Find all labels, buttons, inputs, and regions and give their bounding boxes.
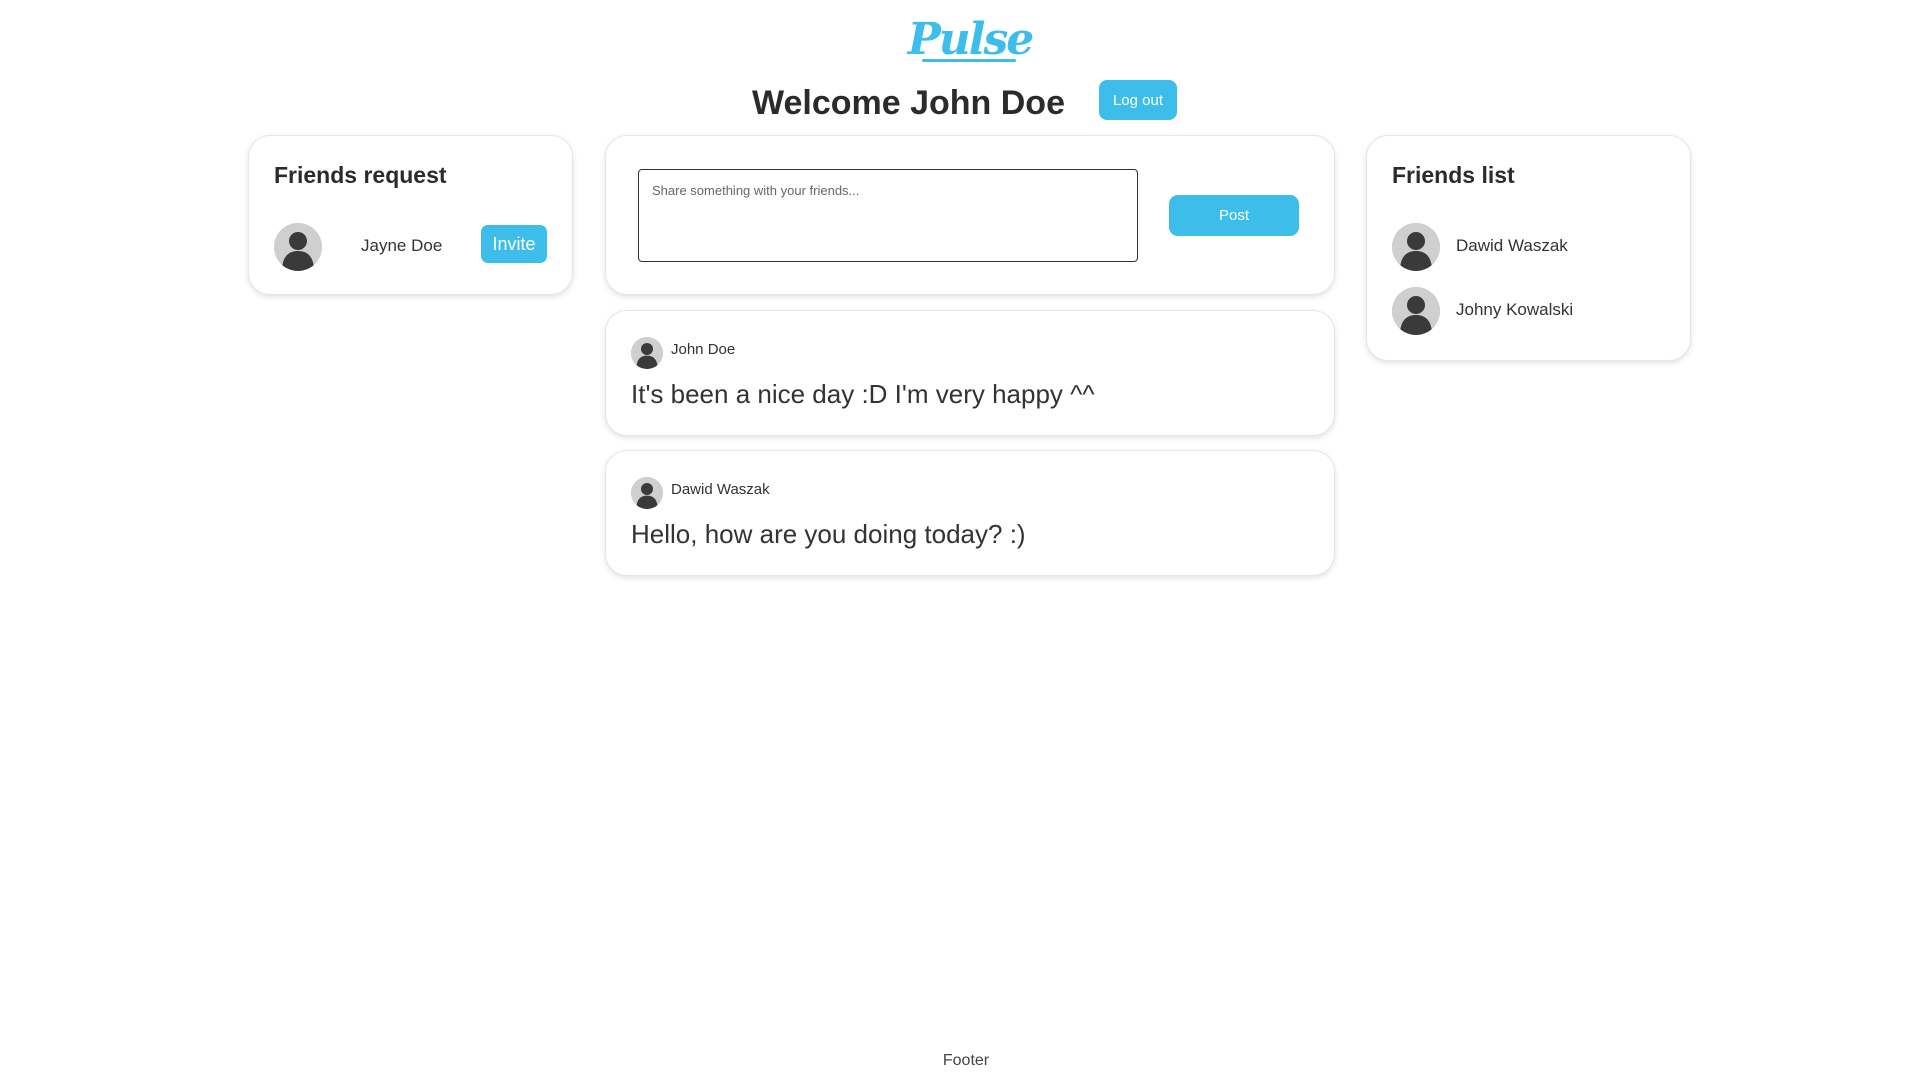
- logo[interactable]: Pulse: [908, 10, 1034, 70]
- friends-list-title: Friends list: [1392, 162, 1515, 188]
- footer: Footer: [942, 1052, 990, 1069]
- friend-request-name: Jayne Doe: [361, 236, 443, 255]
- avatar-icon[interactable]: [631, 477, 663, 509]
- friend-requests-card: Friends request Jayne Doe Invite: [248, 135, 573, 295]
- invite-button[interactable]: Invite: [481, 225, 547, 263]
- friend-requests-title: Friends request: [274, 162, 447, 188]
- post-text: Hello, how are you doing today? :): [631, 519, 1026, 549]
- post-input[interactable]: [638, 169, 1138, 262]
- friend-name[interactable]: Johny Kowalski: [1456, 300, 1573, 320]
- post-author[interactable]: Dawid Waszak: [671, 481, 770, 498]
- composer-card: Post: [605, 135, 1335, 295]
- post-button[interactable]: Post: [1169, 195, 1299, 236]
- feed-post: Dawid Waszak Hello, how are you doing to…: [605, 450, 1335, 576]
- page: Pulse Welcome John Doe Log out Friends r…: [0, 0, 1920, 1080]
- logout-button[interactable]: Log out: [1099, 80, 1177, 120]
- avatar-icon[interactable]: [631, 337, 663, 369]
- page-title: Welcome John Doe: [752, 84, 1065, 122]
- logo-underline: [922, 59, 1016, 62]
- post-text: It's been a nice day :D I'm very happy ^…: [631, 379, 1095, 409]
- avatar-icon[interactable]: [1392, 223, 1440, 271]
- post-author[interactable]: John Doe: [671, 341, 735, 358]
- friends-list-card: Friends list Dawid Waszak Johny Kowalski: [1366, 135, 1691, 361]
- logo-text: Pulse: [907, 14, 1035, 65]
- avatar-icon[interactable]: [1392, 287, 1440, 335]
- friend-name[interactable]: Dawid Waszak: [1456, 236, 1568, 256]
- feed-post: John Doe It's been a nice day :D I'm ver…: [605, 310, 1335, 436]
- avatar-icon[interactable]: [274, 223, 322, 271]
